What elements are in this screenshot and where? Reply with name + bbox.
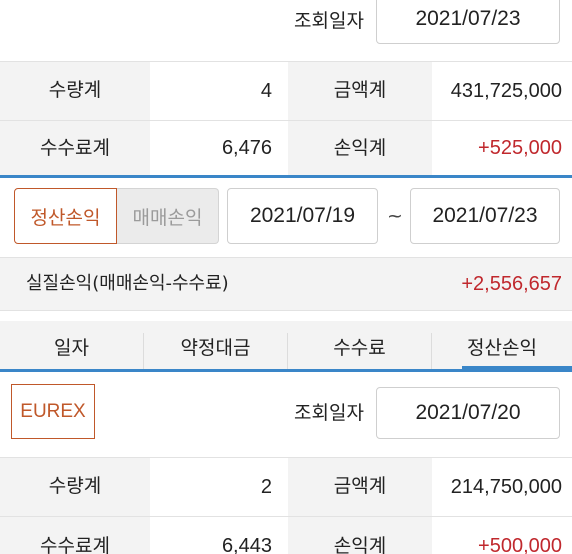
qty-total-label: 수량계 <box>48 79 102 101</box>
pnl-total-value: +525,000 <box>478 137 562 159</box>
tab-settlement-pnl[interactable]: 정산손익 <box>14 188 117 244</box>
pnl-total-label: 손익계 <box>333 534 387 554</box>
from-date-value: 2021/07/19 <box>249 204 356 227</box>
tab-trading-pnl[interactable]: 매매손익 <box>117 188 219 244</box>
section-divider <box>0 369 572 372</box>
query-date-field[interactable]: 2021/07/23 <box>376 0 560 44</box>
qty-total-value: 2 <box>260 475 272 498</box>
fee-total-value: 6,476 <box>221 137 272 159</box>
query-date-field[interactable]: 2021/07/20 <box>376 387 560 439</box>
fee-total-value: 6,443 <box>221 535 272 554</box>
section-divider <box>0 175 572 178</box>
amount-total-value: 214,750,000 <box>450 475 562 498</box>
col-header-date[interactable]: 일자 <box>0 328 143 368</box>
to-date-value: 2021/07/23 <box>432 204 538 227</box>
pnl-total-label: 손익계 <box>333 136 387 159</box>
query-date-value: 2021/07/23 <box>415 7 521 30</box>
qty-total-value: 4 <box>260 79 272 102</box>
qty-total-label: 수량계 <box>48 475 102 497</box>
query-date-value: 2021/07/20 <box>415 401 521 424</box>
from-date-field[interactable]: 2021/07/19 <box>227 188 378 244</box>
to-date-field[interactable]: 2021/07/23 <box>410 188 560 244</box>
amount-total-value: 431,725,000 <box>450 79 562 102</box>
col-header-fee[interactable]: 수수료 <box>288 328 431 368</box>
pnl-total-value: +500,000 <box>478 535 562 554</box>
col-header-settlement-pnl[interactable]: 정산손익 <box>432 328 572 368</box>
amount-total-label: 금액계 <box>333 79 387 101</box>
col-header-contract-amount[interactable]: 약정대금 <box>144 328 287 368</box>
exchange-badge[interactable]: EUREX <box>11 384 95 439</box>
real-pnl-label: 실질손익(매매손익-수수료) <box>26 272 229 294</box>
amount-total-label: 금액계 <box>333 475 387 497</box>
real-pnl-value: +2,556,657 <box>461 272 562 295</box>
fee-total-label: 수수료계 <box>40 136 110 159</box>
query-date-label: 조회일자 <box>294 401 364 424</box>
date-range-separator: ~ <box>387 204 403 227</box>
fee-total-label: 수수료계 <box>40 534 110 554</box>
query-date-label: 조회일자 <box>294 9 364 32</box>
